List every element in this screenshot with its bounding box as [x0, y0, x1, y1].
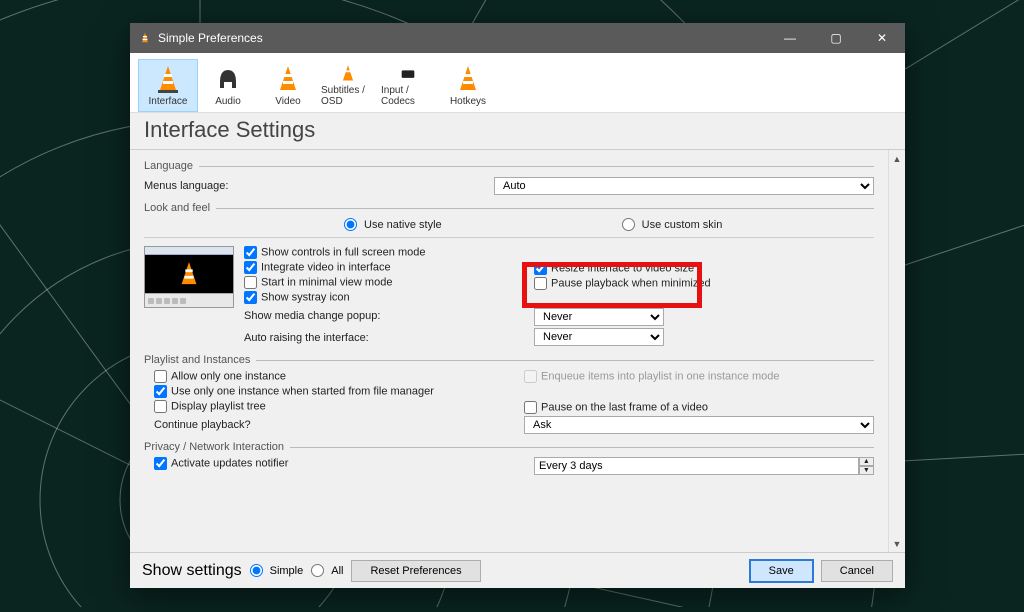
menus-language-select[interactable]: Auto [494, 177, 874, 195]
scroll-down-icon[interactable]: ▼ [889, 535, 905, 552]
checkbox-pause-last-frame[interactable]: Pause on the last frame of a video [524, 401, 874, 414]
preview-thumbnail [144, 246, 234, 308]
page-title: Interface Settings [130, 113, 905, 150]
footer: Show settings Simple All Reset Preferenc… [130, 552, 905, 588]
checkbox-start-minimal[interactable]: Start in minimal view mode [244, 276, 484, 289]
menus-language-label: Menus language: [144, 180, 494, 192]
group-playlist: Playlist and Instances Allow only one in… [144, 354, 874, 435]
cone-icon [335, 64, 361, 83]
group-look-and-feel: Look and feel Use native style Use custo… [144, 202, 874, 348]
checkbox-display-tree[interactable]: Display playlist tree [154, 400, 484, 413]
checkbox-enqueue: Enqueue items into playlist in one insta… [524, 370, 874, 383]
tab-label: Video [275, 96, 300, 107]
continue-playback-label: Continue playback? [154, 419, 251, 431]
tab-label: Audio [215, 96, 241, 107]
checkbox-allow-one-instance[interactable]: Allow only one instance [154, 370, 484, 383]
group-privacy: Privacy / Network Interaction Activate u… [144, 441, 874, 475]
tab-audio[interactable]: Audio [198, 59, 258, 112]
spin-down[interactable]: ▼ [859, 466, 874, 475]
cancel-button[interactable]: Cancel [821, 560, 893, 582]
group-legend: Playlist and Instances [144, 354, 256, 366]
cone-icon [155, 64, 181, 94]
tab-hotkeys[interactable]: Hotkeys [438, 59, 498, 112]
checkbox-show-systray[interactable]: Show systray icon [244, 291, 484, 304]
board-icon [395, 64, 421, 83]
group-legend: Language [144, 160, 199, 172]
checkbox-updates-notifier[interactable]: Activate updates notifier [154, 457, 494, 475]
radio-all[interactable]: All [311, 564, 343, 577]
checkbox-show-controls[interactable]: Show controls in full screen mode [244, 246, 484, 259]
auto-raise-label: Auto raising the interface: [244, 332, 369, 344]
maximize-button[interactable]: ▢ [813, 23, 859, 53]
reset-preferences-button[interactable]: Reset Preferences [351, 560, 480, 582]
group-language: Language Menus language: Auto [144, 160, 874, 196]
vertical-scrollbar[interactable]: ▲ ▼ [888, 150, 905, 552]
cone-icon [177, 260, 201, 288]
spin-up[interactable]: ▲ [859, 457, 874, 466]
show-settings-label: Show settings [142, 562, 242, 580]
tab-label: Input / Codecs [381, 85, 435, 107]
tab-subtitles[interactable]: Subtitles / OSD [318, 59, 378, 112]
category-tabs: Interface Audio Video Subtitles / OSD In… [130, 53, 905, 113]
preferences-window: Simple Preferences — ▢ ✕ Interface Audio… [130, 23, 905, 588]
scroll-up-icon[interactable]: ▲ [889, 150, 905, 167]
minimize-button[interactable]: — [767, 23, 813, 53]
window-title: Simple Preferences [158, 31, 263, 45]
checkbox-integrate-video[interactable]: Integrate video in interface [244, 261, 484, 274]
checkbox-resize-interface[interactable]: Resize interface to video size [534, 262, 711, 275]
cone-icon [455, 64, 481, 94]
tab-label: Interface [149, 96, 188, 107]
checkbox-pause-minimized[interactable]: Pause playback when minimized [534, 277, 711, 290]
tab-input-codecs[interactable]: Input / Codecs [378, 59, 438, 112]
radio-simple[interactable]: Simple [250, 564, 304, 577]
headphones-icon [215, 64, 241, 94]
group-legend: Privacy / Network Interaction [144, 441, 290, 453]
radio-native-style[interactable]: Use native style [344, 218, 442, 231]
app-icon [138, 31, 152, 45]
tab-interface[interactable]: Interface [138, 59, 198, 112]
media-change-label: Show media change popup: [244, 310, 380, 322]
radio-custom-skin[interactable]: Use custom skin [622, 218, 723, 231]
checkbox-use-one-fm[interactable]: Use only one instance when started from … [154, 385, 484, 398]
titlebar[interactable]: Simple Preferences — ▢ ✕ [130, 23, 905, 53]
tab-video[interactable]: Video [258, 59, 318, 112]
cone-icon [275, 64, 301, 94]
tab-label: Subtitles / OSD [321, 85, 375, 107]
group-legend: Look and feel [144, 202, 216, 214]
updates-interval-input[interactable] [534, 457, 859, 475]
auto-raise-select[interactable]: Never [534, 328, 664, 346]
save-button[interactable]: Save [750, 560, 813, 582]
close-button[interactable]: ✕ [859, 23, 905, 53]
continue-playback-select[interactable]: Ask [524, 416, 874, 434]
media-change-select[interactable]: Never [534, 308, 664, 326]
tab-label: Hotkeys [450, 96, 486, 107]
